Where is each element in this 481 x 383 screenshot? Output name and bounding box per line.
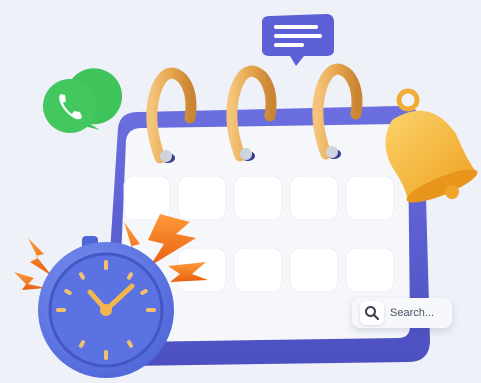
message-bubble-icon xyxy=(262,14,334,66)
scene: Search... xyxy=(0,0,481,383)
phone-chat-icon xyxy=(43,68,123,133)
search-label: Search... xyxy=(390,307,435,319)
search-icon xyxy=(360,301,384,325)
search-bar[interactable]: Search... xyxy=(352,298,452,328)
